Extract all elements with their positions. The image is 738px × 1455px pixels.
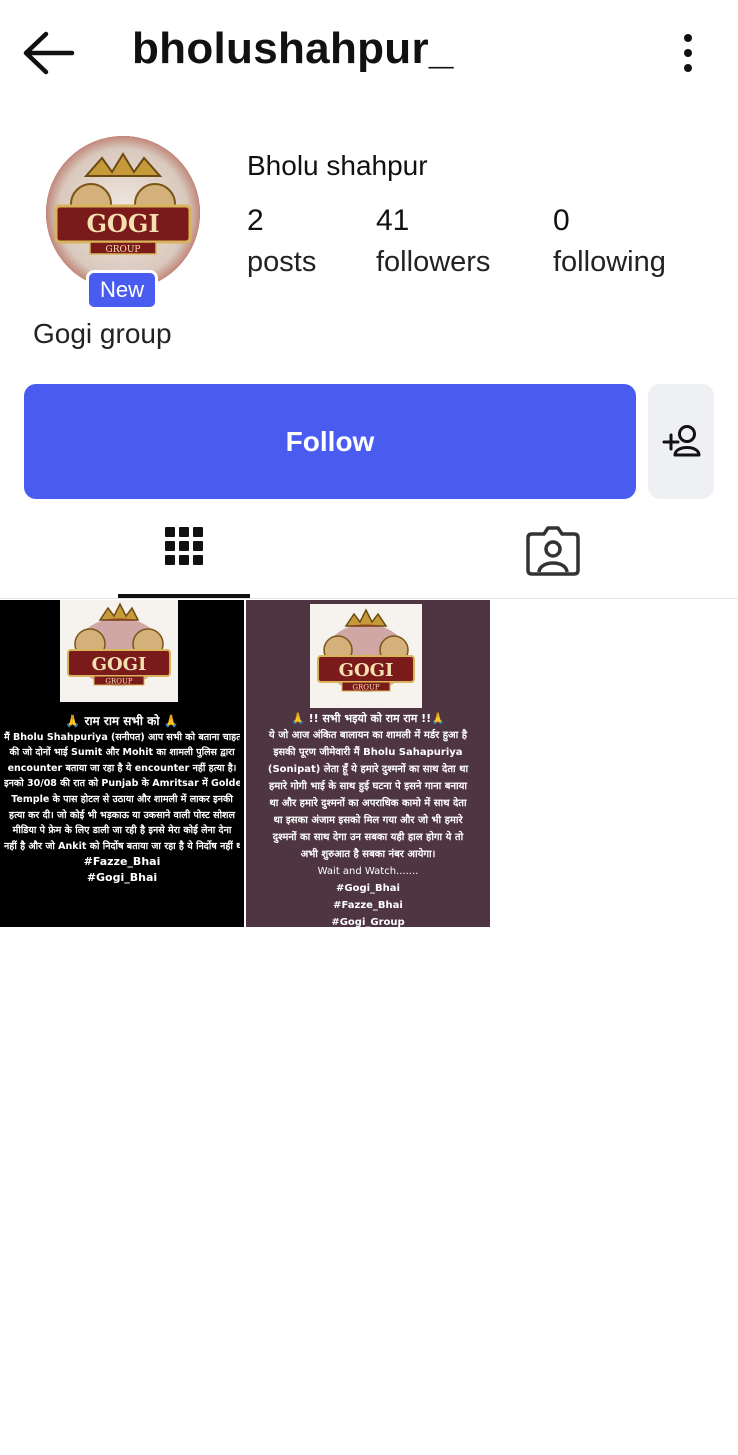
stat-following[interactable]: 0 following <box>553 204 666 282</box>
post-text-line: ये जो आज अंकित बालायन का शामली में मर्डर… <box>268 730 468 741</box>
back-arrow-icon[interactable] <box>22 30 76 76</box>
post-text-line: #Fazze_Bhai <box>83 855 161 869</box>
suggested-accounts-button[interactable] <box>648 384 714 499</box>
svg-text:GROUP: GROUP <box>105 678 133 686</box>
svg-text:GOGI: GOGI <box>92 654 147 675</box>
post-text-line: था और हमारे दुश्मनों का अपराधिक कामो में… <box>269 798 467 809</box>
profile-username: bholushahpur_ <box>132 24 454 73</box>
profile-bio: Gogi group <box>33 318 172 349</box>
post-text-line: दुश्मनों का साथ देगा उन सबका यही हाल होग… <box>272 832 464 843</box>
post-text-line: #Gogi_Bhai <box>86 870 158 884</box>
svg-text:GROUP: GROUP <box>352 684 380 692</box>
post-text-line: 🙏 राम राम सभी को 🙏 <box>65 714 179 728</box>
stat-following-label: following <box>553 246 666 278</box>
tagged-person-icon[interactable] <box>524 522 582 580</box>
tab-grid[interactable] <box>118 505 250 597</box>
post-text-line: की जो दोनों भाई Sumit और Mohit का शामली … <box>9 747 235 759</box>
post-text-line: Temple के पास होटल से उठाया और शामली में… <box>11 793 233 805</box>
gogi-group-logo-icon: GOGI GROUP <box>60 600 178 702</box>
avatar[interactable]: GOGI GROUP <box>46 136 200 290</box>
new-badge: New <box>86 270 158 310</box>
stat-following-count: 0 <box>553 204 570 237</box>
post-text-line: अभी शुरुआत है सबका नंबर आयेगा। <box>300 849 436 860</box>
profile-full-name: Bholu shahpur <box>247 150 428 181</box>
post-caption-text: 🙏 राम राम सभी को 🙏 मैं Bholu Shahpuriya … <box>4 714 240 886</box>
post-text-line: था इसका अंजाम इसको मिल गया और जो भी हमार… <box>273 815 463 826</box>
post-caption-text: 🙏 !! सभी भइयो को राम राम !!🙏 ये जो आज अं… <box>250 710 486 927</box>
post-text-line: #Gogi_Group <box>331 917 405 927</box>
post-text-line: इसकी पूरण जीमेवारी मैं Bholu Sahapuriya <box>273 747 463 758</box>
stat-followers-count: 41 <box>376 204 410 237</box>
post-logo-image: GOGI GROUP <box>60 600 178 702</box>
tabs-divider <box>0 598 738 599</box>
post-text-line: (Sonipat) लेता हूँ ये हमारे दुश्मनों का … <box>267 764 469 775</box>
post-text-line: हत्या कर दी। जो कोई भी भड़काऊ या उकसाने … <box>9 809 235 821</box>
post-text-line: नहीं है और जो Ankit को निर्दोष बताया जा … <box>4 840 240 852</box>
post-thumbnail[interactable]: GOGI GROUP 🙏 राम राम सभी को 🙏 मैं Bholu … <box>0 600 244 927</box>
svg-text:GOGI: GOGI <box>339 660 394 681</box>
top-bar: bholushahpur_ <box>0 0 738 108</box>
post-text-line: Wait and Watch....... <box>317 866 419 877</box>
svg-text:GROUP: GROUP <box>106 245 141 255</box>
stat-followers-label: followers <box>376 246 491 278</box>
post-text-line: मीडिया पे फ्रेम के लिए डाली जा रही है इन… <box>12 825 232 837</box>
stat-posts-label: posts <box>247 246 317 278</box>
post-text-line: encounter बताया जा रहा है ये encounter न… <box>7 762 237 774</box>
follow-button[interactable]: Follow <box>24 384 636 499</box>
stat-posts-count: 2 <box>247 204 264 237</box>
post-text-line: #Fazze_Bhai <box>333 900 403 911</box>
more-vertical-icon[interactable] <box>674 32 702 74</box>
post-thumbnail[interactable]: GOGI GROUP 🙏 !! सभी भइयो को राम राम !!🙏 … <box>246 600 490 927</box>
add-person-icon <box>662 425 701 457</box>
gogi-group-logo-icon: GOGI GROUP <box>310 604 422 708</box>
stat-posts[interactable]: 2 posts <box>247 204 316 282</box>
grid-icon <box>165 527 203 565</box>
stat-followers[interactable]: 41 followers <box>376 204 490 282</box>
post-text-line: इनको 30/08 की रात को Punjab के Amritsar … <box>4 778 240 790</box>
gogi-group-logo-icon: GOGI GROUP <box>46 136 200 290</box>
svg-text:GOGI: GOGI <box>86 209 159 238</box>
post-text-line: 🙏 !! सभी भइयो को राम राम !!🙏 <box>291 712 445 725</box>
post-text-line: हमारे गोगी भाई के साथ हुई घटना पे इसने ग… <box>269 781 467 792</box>
post-text-line: #Gogi_Bhai <box>336 883 400 894</box>
post-logo-image: GOGI GROUP <box>310 604 422 708</box>
post-text-line: मैं Bholu Shahpuriya (सनीपत) आप सभी को ब… <box>4 731 240 743</box>
